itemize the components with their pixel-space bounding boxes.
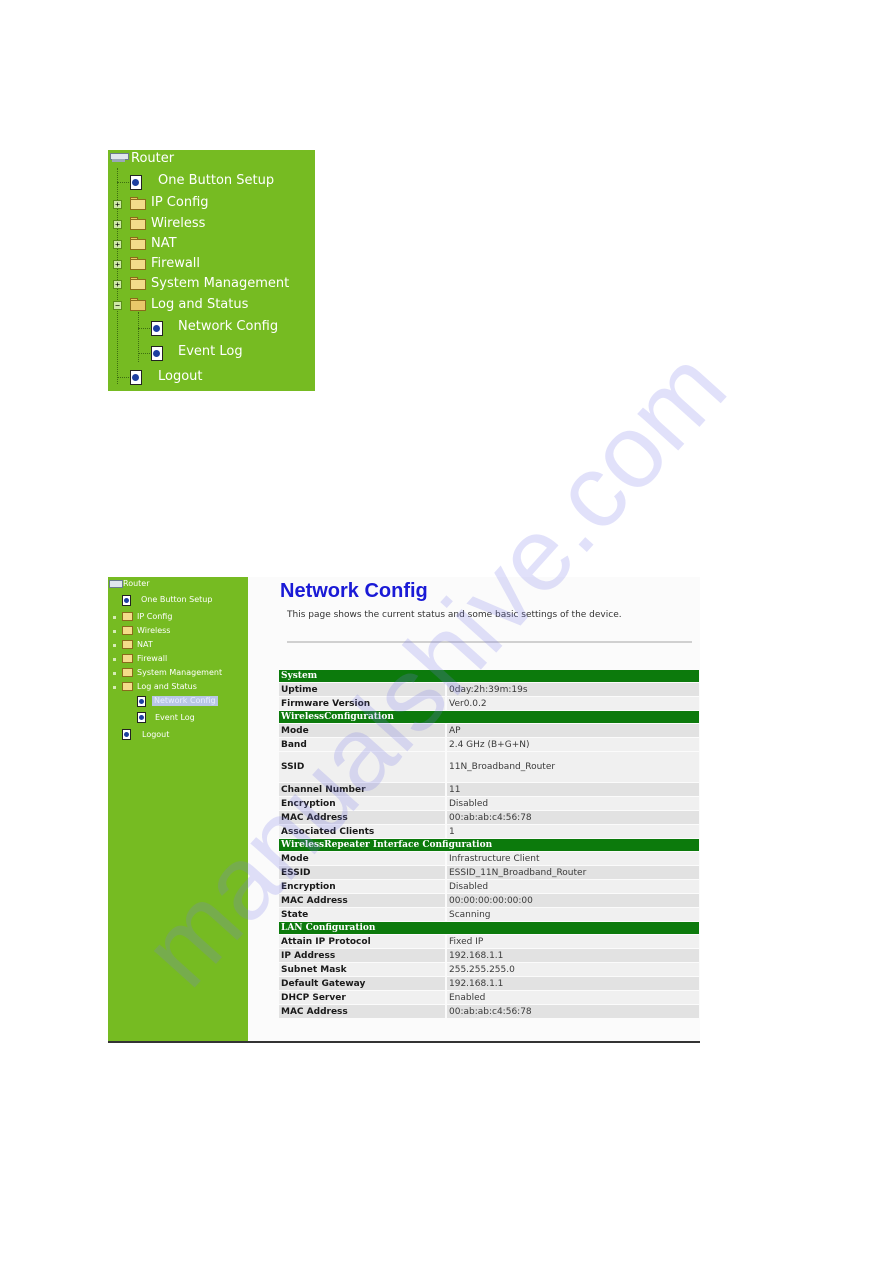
sidebar-item-one-button-setup[interactable]: One Button Setup — [141, 595, 212, 605]
table-row: DHCP Server Enabled — [279, 991, 699, 1004]
table-row: SSID 11N_Broadband_Router — [279, 752, 699, 782]
expand-plus-icon[interactable] — [113, 616, 116, 619]
table-row: Band 2.4 GHz (B+G+N) — [279, 738, 699, 751]
expand-plus-icon[interactable]: + — [113, 200, 122, 209]
collapse-minus-icon[interactable] — [113, 686, 116, 689]
sidebar-item-nat[interactable]: NAT — [137, 640, 153, 650]
sidebar-menu: Router One Button Setup IP Config Wirele… — [108, 577, 248, 1041]
table-row: MAC Address 00:00:00:00:00:00 — [279, 894, 699, 907]
section-header-system: System — [279, 670, 699, 682]
expand-plus-icon[interactable]: + — [113, 240, 122, 249]
page-icon — [137, 696, 146, 707]
table-row: Mode AP — [279, 724, 699, 737]
section-header-lan: LAN Configuration — [279, 922, 699, 934]
folder-icon — [130, 197, 146, 210]
expand-plus-icon[interactable] — [113, 672, 116, 675]
menu-item-one-button-setup[interactable]: One Button Setup — [158, 173, 274, 189]
folder-open-icon — [122, 682, 133, 691]
page-title: Network Config — [280, 580, 428, 602]
folder-icon — [122, 668, 133, 677]
main-content: Network Config This page shows the curre… — [248, 577, 700, 1041]
page-description: This page shows the current status and s… — [287, 610, 622, 620]
sidebar-item-network-config[interactable]: Network Config — [152, 696, 218, 706]
folder-icon — [130, 217, 146, 230]
table-row: Channel Number 11 — [279, 783, 699, 796]
tree-line — [138, 312, 139, 362]
expand-plus-icon[interactable]: + — [113, 280, 122, 289]
table-row: Attain IP Protocol Fixed IP — [279, 935, 699, 948]
table-row: ESSID ESSID_11N_Broadband_Router — [279, 866, 699, 879]
sidebar-item-event-log[interactable]: Event Log — [155, 713, 195, 723]
expand-plus-icon[interactable] — [113, 644, 116, 647]
table-row: Mode Infrastructure Client — [279, 852, 699, 865]
table-row: State Scanning — [279, 908, 699, 921]
menu-item-system-management[interactable]: System Management — [151, 276, 289, 292]
tree-line — [138, 353, 150, 354]
table-row: Firmware Version Ver0.0.2 — [279, 697, 699, 710]
table-row: Default Gateway 192.168.1.1 — [279, 977, 699, 990]
folder-icon — [130, 237, 146, 250]
folder-icon — [130, 277, 146, 290]
expand-plus-icon[interactable] — [113, 658, 116, 661]
sidebar-item-system-management[interactable]: System Management — [137, 668, 222, 678]
sidebar-item-firewall[interactable]: Firewall — [137, 654, 167, 664]
tree-menu-large: Router One Button Setup + IP Config + Wi… — [108, 150, 315, 391]
sidebar-root-router[interactable]: Router — [123, 579, 150, 589]
menu-item-ip-config[interactable]: IP Config — [151, 195, 209, 211]
menu-item-event-log[interactable]: Event Log — [178, 344, 243, 360]
page-icon — [122, 729, 131, 740]
page-icon — [151, 346, 163, 361]
table-row: IP Address 192.168.1.1 — [279, 949, 699, 962]
menu-item-log-and-status[interactable]: Log and Status — [151, 297, 248, 313]
table-row: Encryption Disabled — [279, 797, 699, 810]
section-header-wireless: WirelessConfiguration — [279, 711, 699, 723]
page-icon — [151, 321, 163, 336]
page-icon — [122, 595, 131, 606]
menu-item-wireless[interactable]: Wireless — [151, 216, 205, 232]
router-status-screenshot: Router One Button Setup IP Config Wirele… — [108, 577, 700, 1043]
table-row: Uptime 0day:2h:39m:19s — [279, 683, 699, 696]
menu-item-network-config[interactable]: Network Config — [178, 319, 278, 335]
section-header-repeater: WirelessRepeater Interface Configuration — [279, 839, 699, 851]
folder-icon — [122, 612, 133, 621]
collapse-minus-icon[interactable]: − — [113, 301, 122, 310]
tree-root-router[interactable]: Router — [131, 151, 174, 167]
expand-plus-icon[interactable]: + — [113, 220, 122, 229]
folder-icon — [122, 626, 133, 635]
folder-icon — [130, 257, 146, 270]
divider — [287, 641, 692, 643]
router-icon — [109, 580, 123, 588]
folder-open-icon — [130, 298, 146, 311]
expand-plus-icon[interactable] — [113, 630, 116, 633]
sidebar-item-logout[interactable]: Logout — [142, 730, 169, 740]
menu-item-logout[interactable]: Logout — [158, 369, 203, 385]
page-icon — [130, 175, 142, 190]
sidebar-item-wireless[interactable]: Wireless — [137, 626, 170, 636]
table-row: Encryption Disabled — [279, 880, 699, 893]
expand-plus-icon[interactable]: + — [113, 260, 122, 269]
menu-item-firewall[interactable]: Firewall — [151, 256, 200, 272]
tree-line — [117, 377, 129, 378]
page-icon — [137, 712, 146, 723]
sidebar-item-log-and-status[interactable]: Log and Status — [137, 682, 197, 692]
folder-icon — [122, 640, 133, 649]
table-row: MAC Address 00:ab:ab:c4:56:78 — [279, 1005, 699, 1018]
page-icon — [130, 370, 142, 385]
table-row: MAC Address 00:ab:ab:c4:56:78 — [279, 811, 699, 824]
table-row: Subnet Mask 255.255.255.0 — [279, 963, 699, 976]
sidebar-item-ip-config[interactable]: IP Config — [137, 612, 172, 622]
tree-line — [138, 328, 150, 329]
router-icon — [110, 153, 129, 163]
tree-line — [117, 182, 129, 183]
table-row: Associated Clients 1 — [279, 825, 699, 838]
folder-icon — [122, 654, 133, 663]
menu-item-nat[interactable]: NAT — [151, 236, 177, 252]
status-table: System Uptime 0day:2h:39m:19s Firmware Ve… — [279, 669, 699, 1019]
